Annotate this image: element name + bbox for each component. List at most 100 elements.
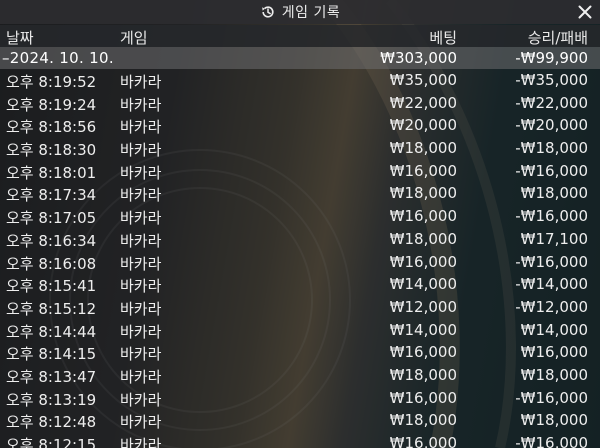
row-game: 바카라 <box>120 73 162 91</box>
row-result: ₩18,000 <box>520 411 588 430</box>
row-bet: ₩16,000 <box>389 161 457 180</box>
row-game: 바카라 <box>120 254 162 273</box>
row-time: 오후 8:15:12 <box>6 299 97 318</box>
close-icon <box>578 5 592 19</box>
row-time: 오후 8:12:15 <box>6 436 97 448</box>
row-result: -₩16,000 <box>515 207 588 226</box>
row-bet: ₩22,000 <box>389 93 457 112</box>
row-bet: ₩20,000 <box>389 116 457 135</box>
table-row[interactable]: 오후 8:18:56 바카라 ₩20,000 -₩20,000 <box>0 114 600 137</box>
row-result: -₩16,000 <box>515 388 588 407</box>
column-header-game: 게임 <box>120 29 148 47</box>
window-title: 게임 기록 <box>281 5 341 21</box>
date-group-bet-total: ₩303,000 <box>380 49 457 67</box>
row-game: 바카라 <box>120 163 162 182</box>
row-bet: ₩14,000 <box>389 320 457 339</box>
row-game: 바카라 <box>120 231 162 250</box>
row-result: -₩14,000 <box>515 275 588 294</box>
row-game: 바카라 <box>120 390 162 409</box>
column-header-date: 날짜 <box>6 29 34 47</box>
row-time: 오후 8:16:08 <box>6 254 97 273</box>
row-game: 바카라 <box>120 413 162 432</box>
row-result: -₩16,000 <box>515 161 588 180</box>
row-result: ₩18,000 <box>520 365 588 384</box>
row-bet: ₩14,000 <box>389 275 457 294</box>
table-row[interactable]: 오후 8:19:24 바카라 ₩22,000 -₩22,000 <box>0 92 600 115</box>
row-bet: ₩18,000 <box>389 365 457 384</box>
row-game: 바카라 <box>120 95 162 114</box>
row-result: ₩16,000 <box>520 343 588 362</box>
row-result: -₩16,000 <box>515 434 588 448</box>
history-icon <box>260 4 276 20</box>
row-bet: ₩18,000 <box>389 229 457 248</box>
row-game: 바카라 <box>120 367 162 386</box>
row-result: -₩16,000 <box>515 252 588 271</box>
row-time: 오후 8:19:52 <box>6 73 97 91</box>
row-time: 오후 8:12:48 <box>6 413 97 432</box>
row-result: -₩20,000 <box>515 116 588 135</box>
row-time: 오후 8:18:01 <box>6 163 97 182</box>
row-game: 바카라 <box>120 209 162 228</box>
date-group-row[interactable]: –2024. 10. 10. ₩303,000 -₩99,900 <box>0 47 600 69</box>
row-time: 오후 8:14:44 <box>6 322 97 341</box>
row-time: 오후 8:18:30 <box>6 141 97 160</box>
row-game: 바카라 <box>120 141 162 160</box>
table-row[interactable]: 오후 8:14:44 바카라 ₩14,000 ₩14,000 <box>0 319 600 342</box>
row-result: -₩22,000 <box>515 93 588 112</box>
row-time: 오후 8:15:41 <box>6 277 97 296</box>
row-game: 바카라 <box>120 277 162 296</box>
table-row[interactable]: 오후 8:12:48 바카라 ₩18,000 ₩18,000 <box>0 409 600 432</box>
row-time: 오후 8:16:34 <box>6 231 97 250</box>
row-bet: ₩16,000 <box>389 434 457 448</box>
row-game: 바카라 <box>120 186 162 205</box>
close-button[interactable] <box>574 1 596 23</box>
row-game: 바카라 <box>120 322 162 341</box>
row-game: 바카라 <box>120 299 162 318</box>
table-row[interactable]: 오후 8:14:15 바카라 ₩16,000 ₩16,000 <box>0 341 600 364</box>
table-row[interactable]: 오후 8:19:52 바카라 ₩35,000 -₩35,000 <box>0 69 600 92</box>
date-group-result-total: -₩99,900 <box>515 49 588 67</box>
column-header-bet: 베팅 <box>429 29 457 47</box>
row-game: 바카라 <box>120 118 162 137</box>
row-time: 오후 8:17:05 <box>6 209 97 228</box>
row-bet: ₩18,000 <box>389 411 457 430</box>
table-row[interactable]: 오후 8:17:05 바카라 ₩16,000 -₩16,000 <box>0 205 600 228</box>
table-header: 날짜 게임 베팅 승리/패배 <box>0 25 600 47</box>
row-bet: ₩16,000 <box>389 252 457 271</box>
date-group-label: –2024. 10. 10. <box>2 49 114 67</box>
table-row[interactable]: 오후 8:16:08 바카라 ₩16,000 -₩16,000 <box>0 251 600 274</box>
row-result: -₩12,000 <box>515 297 588 316</box>
row-bet: ₩35,000 <box>389 71 457 89</box>
row-time: 오후 8:13:19 <box>6 390 97 409</box>
row-bet: ₩16,000 <box>389 343 457 362</box>
title-bar: 게임 기록 <box>0 0 600 24</box>
row-result: ₩18,000 <box>520 184 588 203</box>
table-row[interactable]: 오후 8:17:34 바카라 ₩18,000 ₩18,000 <box>0 182 600 205</box>
history-list: 오후 8:19:52 바카라 ₩35,000 -₩35,000 오후 8:19:24 바… <box>0 69 600 448</box>
row-bet: ₩12,000 <box>389 297 457 316</box>
table-row[interactable]: 오후 8:15:12 바카라 ₩12,000 -₩12,000 <box>0 296 600 319</box>
row-result: ₩17,100 <box>520 229 588 248</box>
row-result: ₩14,000 <box>520 320 588 339</box>
table-row[interactable]: 오후 8:18:01 바카라 ₩16,000 -₩16,000 <box>0 160 600 183</box>
row-result: -₩35,000 <box>515 71 588 89</box>
row-bet: ₩16,000 <box>389 388 457 407</box>
table-row[interactable]: 오후 8:13:19 바카라 ₩16,000 -₩16,000 <box>0 387 600 410</box>
table-row[interactable]: 오후 8:13:47 바카라 ₩18,000 ₩18,000 <box>0 364 600 387</box>
row-game: 바카라 <box>120 345 162 364</box>
row-time: 오후 8:19:24 <box>6 95 97 114</box>
row-time: 오후 8:13:47 <box>6 367 97 386</box>
column-header-result: 승리/패배 <box>527 29 588 47</box>
table-row[interactable]: 오후 8:12:15 바카라 ₩16,000 -₩16,000 <box>0 432 600 448</box>
row-result: -₩18,000 <box>515 139 588 158</box>
row-game: 바카라 <box>120 436 162 448</box>
table-row[interactable]: 오후 8:18:30 바카라 ₩18,000 -₩18,000 <box>0 137 600 160</box>
row-bet: ₩18,000 <box>389 139 457 158</box>
row-time: 오후 8:18:56 <box>6 118 97 137</box>
row-bet: ₩16,000 <box>389 207 457 226</box>
table-row[interactable]: 오후 8:16:34 바카라 ₩18,000 ₩17,100 <box>0 228 600 251</box>
row-bet: ₩18,000 <box>389 184 457 203</box>
row-time: 오후 8:17:34 <box>6 186 97 205</box>
table-row[interactable]: 오후 8:15:41 바카라 ₩14,000 -₩14,000 <box>0 273 600 296</box>
row-time: 오후 8:14:15 <box>6 345 97 364</box>
